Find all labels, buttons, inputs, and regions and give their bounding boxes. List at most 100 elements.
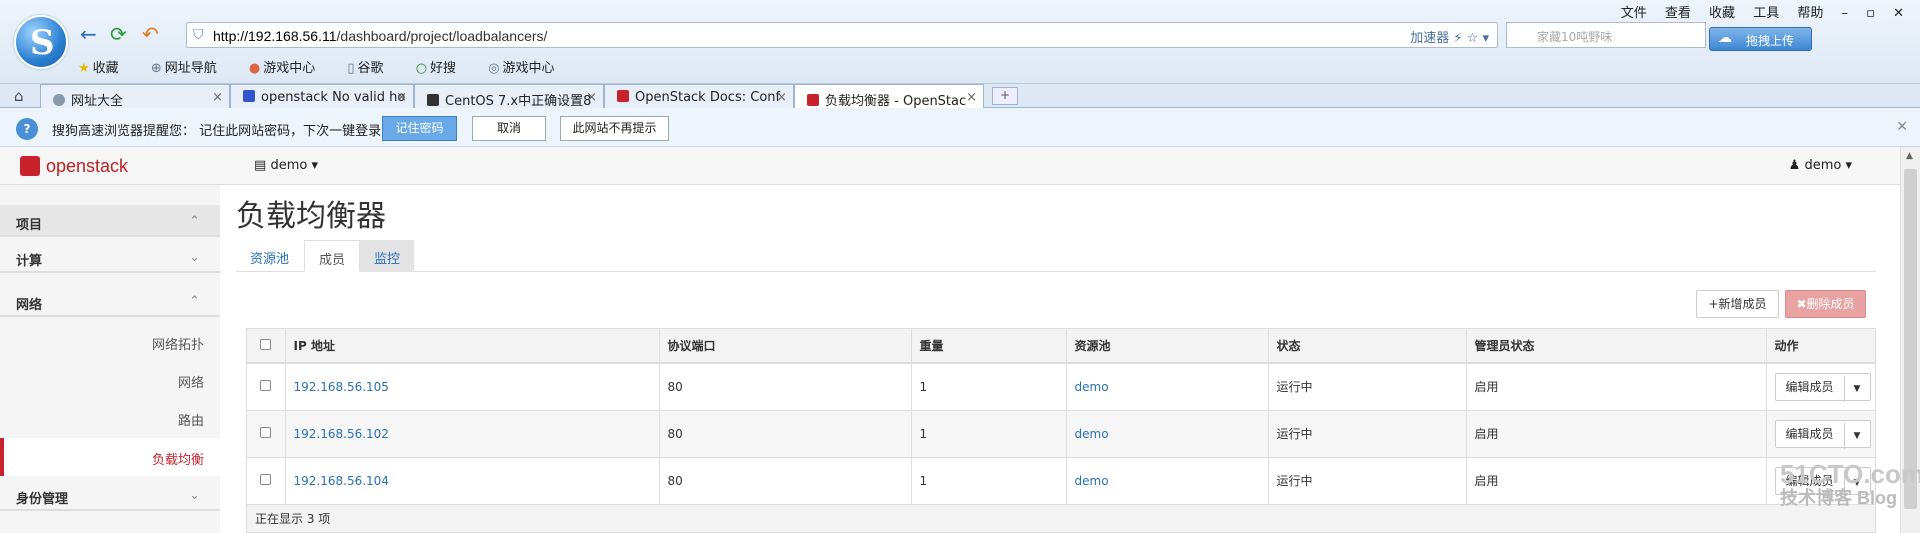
cell-port: 80 (658, 362, 911, 410)
table-row: 192.168.56.102 80 1 demo 运行中 启用 编辑成员 ▼ (247, 409, 1875, 457)
fav-item[interactable]: ◎ 游戏中心 (488, 61, 568, 76)
fav-item[interactable]: ▯ 谷歌 (347, 61, 397, 76)
menu-file[interactable]: 文件 (1621, 6, 1647, 21)
never-prompt-button[interactable]: 此网站不再提示 (560, 116, 669, 141)
column-header[interactable]: 资源池 (1065, 329, 1268, 364)
pool-link[interactable]: demo (1075, 380, 1109, 394)
menu-view[interactable]: 查看 (1665, 6, 1691, 21)
cell-weight: 1 (910, 409, 1066, 457)
back-arrow-icon[interactable]: ← (80, 22, 97, 46)
fav-item[interactable]: ★ 收藏 (78, 61, 133, 76)
tab-close-icon[interactable]: × (586, 90, 597, 105)
browser-tabs: ⌂ 网址大全 × openstack No valid ho × CentOS 7.… (0, 84, 1920, 109)
row-count-text: 正在显示 3 项 (247, 503, 1875, 532)
notice-text: 搜狗高速浏览器提醒您： 记住此网站密码，下次一键登录！ (52, 124, 395, 139)
sidebar-item-network-topology[interactable]: 网络拓扑 (152, 334, 204, 353)
tab-close-icon[interactable]: × (396, 90, 407, 105)
new-tab-button[interactable]: + (992, 87, 1018, 105)
row-checkbox[interactable] (247, 456, 285, 504)
content-tabs: 资源池 成员 监控 (236, 240, 1876, 272)
cell-admin-state: 启用 (1465, 456, 1766, 504)
tab-pools[interactable]: 资源池 (236, 240, 303, 272)
home-icon[interactable]: ⌂ (14, 87, 24, 105)
column-header[interactable]: 重量 (910, 329, 1066, 364)
maximize-icon[interactable]: ▫ (1866, 6, 1875, 21)
row-checkbox[interactable] (247, 362, 285, 410)
column-header[interactable]: 协议端口 (658, 329, 911, 364)
cell-port: 80 (658, 409, 911, 457)
cancel-button[interactable]: 取消 (472, 116, 546, 141)
caret-down-icon[interactable]: ▼ (1843, 422, 1870, 449)
column-header[interactable]: 状态 (1267, 329, 1466, 364)
tab-close-icon[interactable]: × (212, 90, 223, 105)
openstack-logo[interactable]: openstack (20, 156, 128, 177)
menu-tools[interactable]: 工具 (1753, 6, 1779, 21)
refresh-icon[interactable]: ⟳ (110, 22, 127, 46)
delete-member-button[interactable]: ✖删除成员 (1785, 290, 1866, 318)
chevron-up-icon: ⌃ (189, 214, 200, 229)
row-actions: 编辑成员 ▼ (1774, 372, 1871, 402)
accelerator-label[interactable]: 加速器 ⚡ ☆ ▾ (1410, 27, 1489, 46)
tab-close-icon[interactable]: × (966, 90, 977, 105)
menu-favorites[interactable]: 收藏 (1709, 6, 1735, 21)
cell-admin-state: 启用 (1465, 362, 1766, 410)
cloud-icon: ☁ (1718, 30, 1732, 46)
browser-tab[interactable]: openstack No valid ho × (230, 84, 414, 108)
project-dropdown[interactable]: ▤ demo ▾ (254, 158, 318, 173)
minimize-icon[interactable]: – (1842, 6, 1849, 21)
browser-tab[interactable]: OpenStack Docs: Conf × (604, 84, 794, 108)
scrollbar-thumb[interactable] (1904, 169, 1917, 509)
password-notice-bar: ? 搜狗高速浏览器提醒您： 记住此网站密码，下次一键登录！ 记住密码 取消 此网… (0, 108, 1920, 147)
row-checkbox[interactable] (247, 409, 285, 457)
caret-down-icon[interactable]: ▼ (1843, 375, 1870, 402)
chevron-down-icon: ⌄ (189, 250, 200, 265)
member-ip-link[interactable]: 192.168.56.102 (294, 427, 389, 441)
user-icon: ♟ (1788, 158, 1801, 173)
edit-member-button[interactable]: 编辑成员 (1776, 374, 1844, 400)
tab-members[interactable]: 成员 (304, 240, 361, 272)
member-ip-link[interactable]: 192.168.56.104 (294, 474, 389, 488)
scroll-up-icon[interactable]: ▲ (1906, 151, 1913, 161)
add-member-button[interactable]: +新增成员 (1696, 290, 1779, 318)
browser-tab[interactable]: 网址大全 × (40, 84, 230, 108)
notice-close-icon[interactable]: ✕ (1896, 119, 1908, 135)
page-icon (427, 94, 439, 106)
address-url[interactable]: http://192.168.56.11/dashboard/project/l… (213, 28, 547, 44)
search-input[interactable]: 家藏10吨野味 (1506, 22, 1706, 48)
sidebar-item-loadbalancers[interactable]: 负载均衡 (0, 438, 220, 476)
watermark-logo: 51CTO.com 技术博客 Blog (1780, 459, 1920, 508)
fav-item[interactable]: ● 游戏中心 (249, 61, 329, 76)
user-dropdown[interactable]: ♟ demo ▾ (1789, 158, 1852, 173)
select-all-checkbox[interactable] (247, 329, 285, 364)
fav-item[interactable]: ⊕ 网址导航 (151, 61, 231, 76)
edit-member-button[interactable]: 编辑成员 (1776, 421, 1844, 447)
undo-icon[interactable]: ↶ (142, 22, 159, 46)
browser-tab-active[interactable]: 负载均衡器 - OpenStac × (794, 84, 984, 109)
tab-close-icon[interactable]: × (776, 90, 787, 105)
drag-upload-button[interactable]: ☁ 拖拽上传 (1709, 27, 1812, 51)
sidebar-section-compute[interactable]: 计算 ⌄ (0, 241, 220, 273)
chevron-down-icon: ⌄ (189, 488, 200, 503)
openstack-icon (807, 94, 819, 106)
sidebar-item-networks[interactable]: 网络 (178, 372, 204, 391)
pool-link[interactable]: demo (1075, 427, 1109, 441)
sidebar-section-identity[interactable]: 身份管理 ⌄ (0, 479, 220, 511)
close-icon[interactable]: ✕ (1893, 6, 1904, 21)
column-header[interactable]: IP 地址 (284, 329, 659, 364)
pool-link[interactable]: demo (1075, 474, 1109, 488)
cell-status: 运行中 (1267, 409, 1466, 457)
sidebar-item-routers[interactable]: 路由 (178, 410, 204, 429)
row-actions: 编辑成员 ▼ (1774, 419, 1871, 449)
column-header[interactable]: 管理员状态 (1465, 329, 1766, 364)
tab-monitors[interactable]: 监控 (360, 240, 415, 272)
member-ip-link[interactable]: 192.168.56.105 (294, 380, 389, 394)
remember-password-button[interactable]: 记住密码 (382, 116, 457, 141)
address-bar[interactable]: ⛉ http://192.168.56.11/dashboard/project… (186, 22, 1498, 48)
sidebar-section-project[interactable]: 项目 ⌃ (0, 205, 220, 237)
sidebar-section-network[interactable]: 网络 ⌃ (0, 285, 220, 317)
menu-help[interactable]: 帮助 (1797, 6, 1823, 21)
fav-item[interactable]: ○ 好搜 (416, 61, 470, 76)
browser-menu: 文件 查看 收藏 工具 帮助 – ▫ ✕ (1607, 2, 1904, 21)
cell-weight: 1 (910, 456, 1066, 504)
browser-tab[interactable]: CentOS 7.x中正确设置8 × (414, 84, 604, 108)
